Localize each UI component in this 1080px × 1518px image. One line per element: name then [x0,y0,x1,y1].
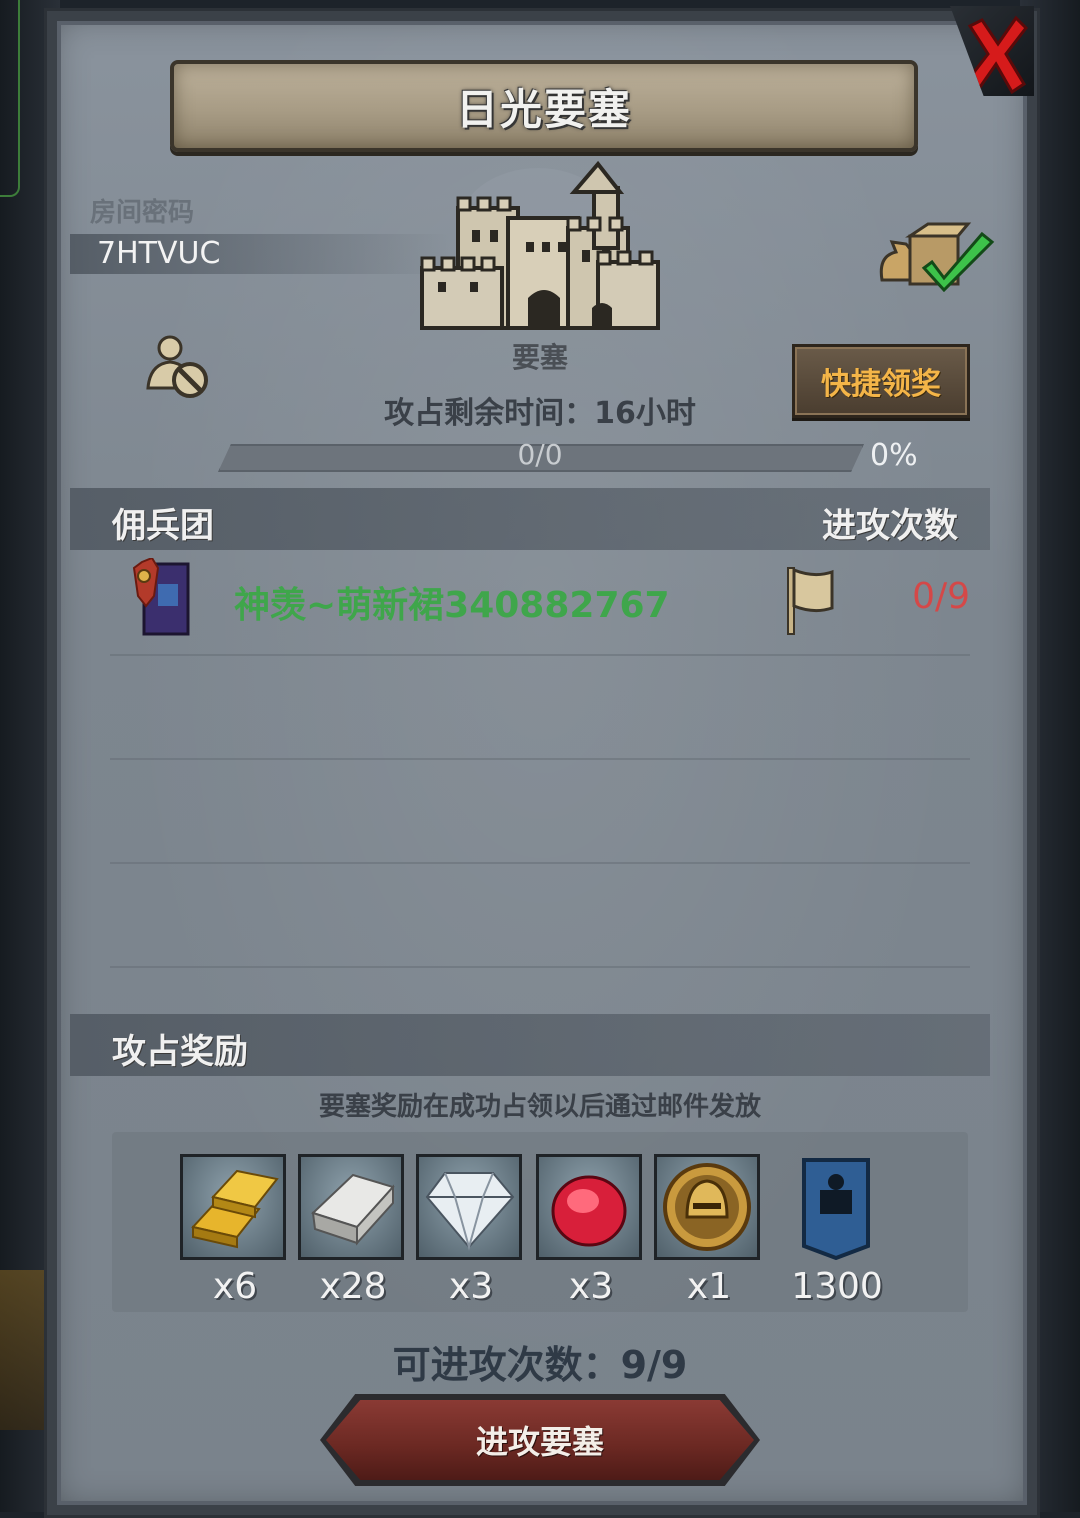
reward-qty: 1300 [791,1266,883,1307]
reward-item-ruby[interactable] [536,1154,642,1260]
mercenary-name[interactable]: 神羡~萌新裙340882767 [234,576,670,628]
reward-qty: x1 [686,1266,732,1307]
castle-icon [420,160,660,330]
available-attacks: 可进攻次数：9/9 [392,1343,688,1387]
capture-time-remaining: 攻占剩余时间：16小时 [384,396,696,431]
room-code: 7HTVUC [97,236,221,271]
room-password-label: 房间密码 [90,198,195,228]
quick-claim-label: 快捷领奖 [821,367,941,402]
attack-count-header: 进攻次数 [822,506,958,546]
rewards-note: 要塞奖励在成功占领以后通过邮件发放 [318,1092,761,1122]
mercenary-attack-count: 0/9 [912,576,970,617]
fortress-name: 要塞 [511,341,568,374]
progress-percent: 0% [870,438,918,473]
reward-qty: x3 [568,1266,614,1307]
reward-item-gold-bar[interactable] [180,1154,286,1260]
row-divider [110,654,970,656]
row-divider [110,758,970,760]
row-divider [110,966,970,968]
reward-item-diamond[interactable] [416,1154,522,1260]
background-accent [0,0,20,197]
reward-qty: x28 [319,1266,387,1307]
reward-qty: x6 [212,1266,258,1307]
guild-emblem-icon [132,558,190,636]
knight-helmet-coin-icon [663,1163,751,1251]
rewards-title: 攻占奖励 [112,1032,248,1072]
page-title: 日光要塞 [455,84,632,134]
silver-bar-icon [311,1173,395,1246]
quick-claim-button[interactable]: 快捷领奖 [792,344,970,418]
loot-claimed-icon [879,222,995,292]
attack-fortress-button[interactable]: 进攻要塞 [326,1400,754,1480]
background-item [0,1270,48,1430]
reward-item-knight-coin[interactable] [654,1154,760,1260]
progress-count: 0/0 [517,438,563,471]
reward-item-silver-bar[interactable] [298,1154,404,1260]
gold-bar-icon [191,1169,279,1249]
ruby-icon [551,1175,627,1247]
flag-icon [787,567,834,635]
reward-item-guild-points[interactable] [800,1156,872,1264]
row-divider [110,862,970,864]
user-blocked-icon[interactable] [144,334,214,402]
mercenary-title: 佣兵团 [112,506,214,546]
guild-banner-points-icon [802,1158,870,1261]
diamond-icon [425,1172,515,1251]
reward-qty: x3 [448,1266,494,1307]
attack-fortress-label: 进攻要塞 [475,1423,604,1461]
title-banner: 日光要塞 [170,60,918,152]
